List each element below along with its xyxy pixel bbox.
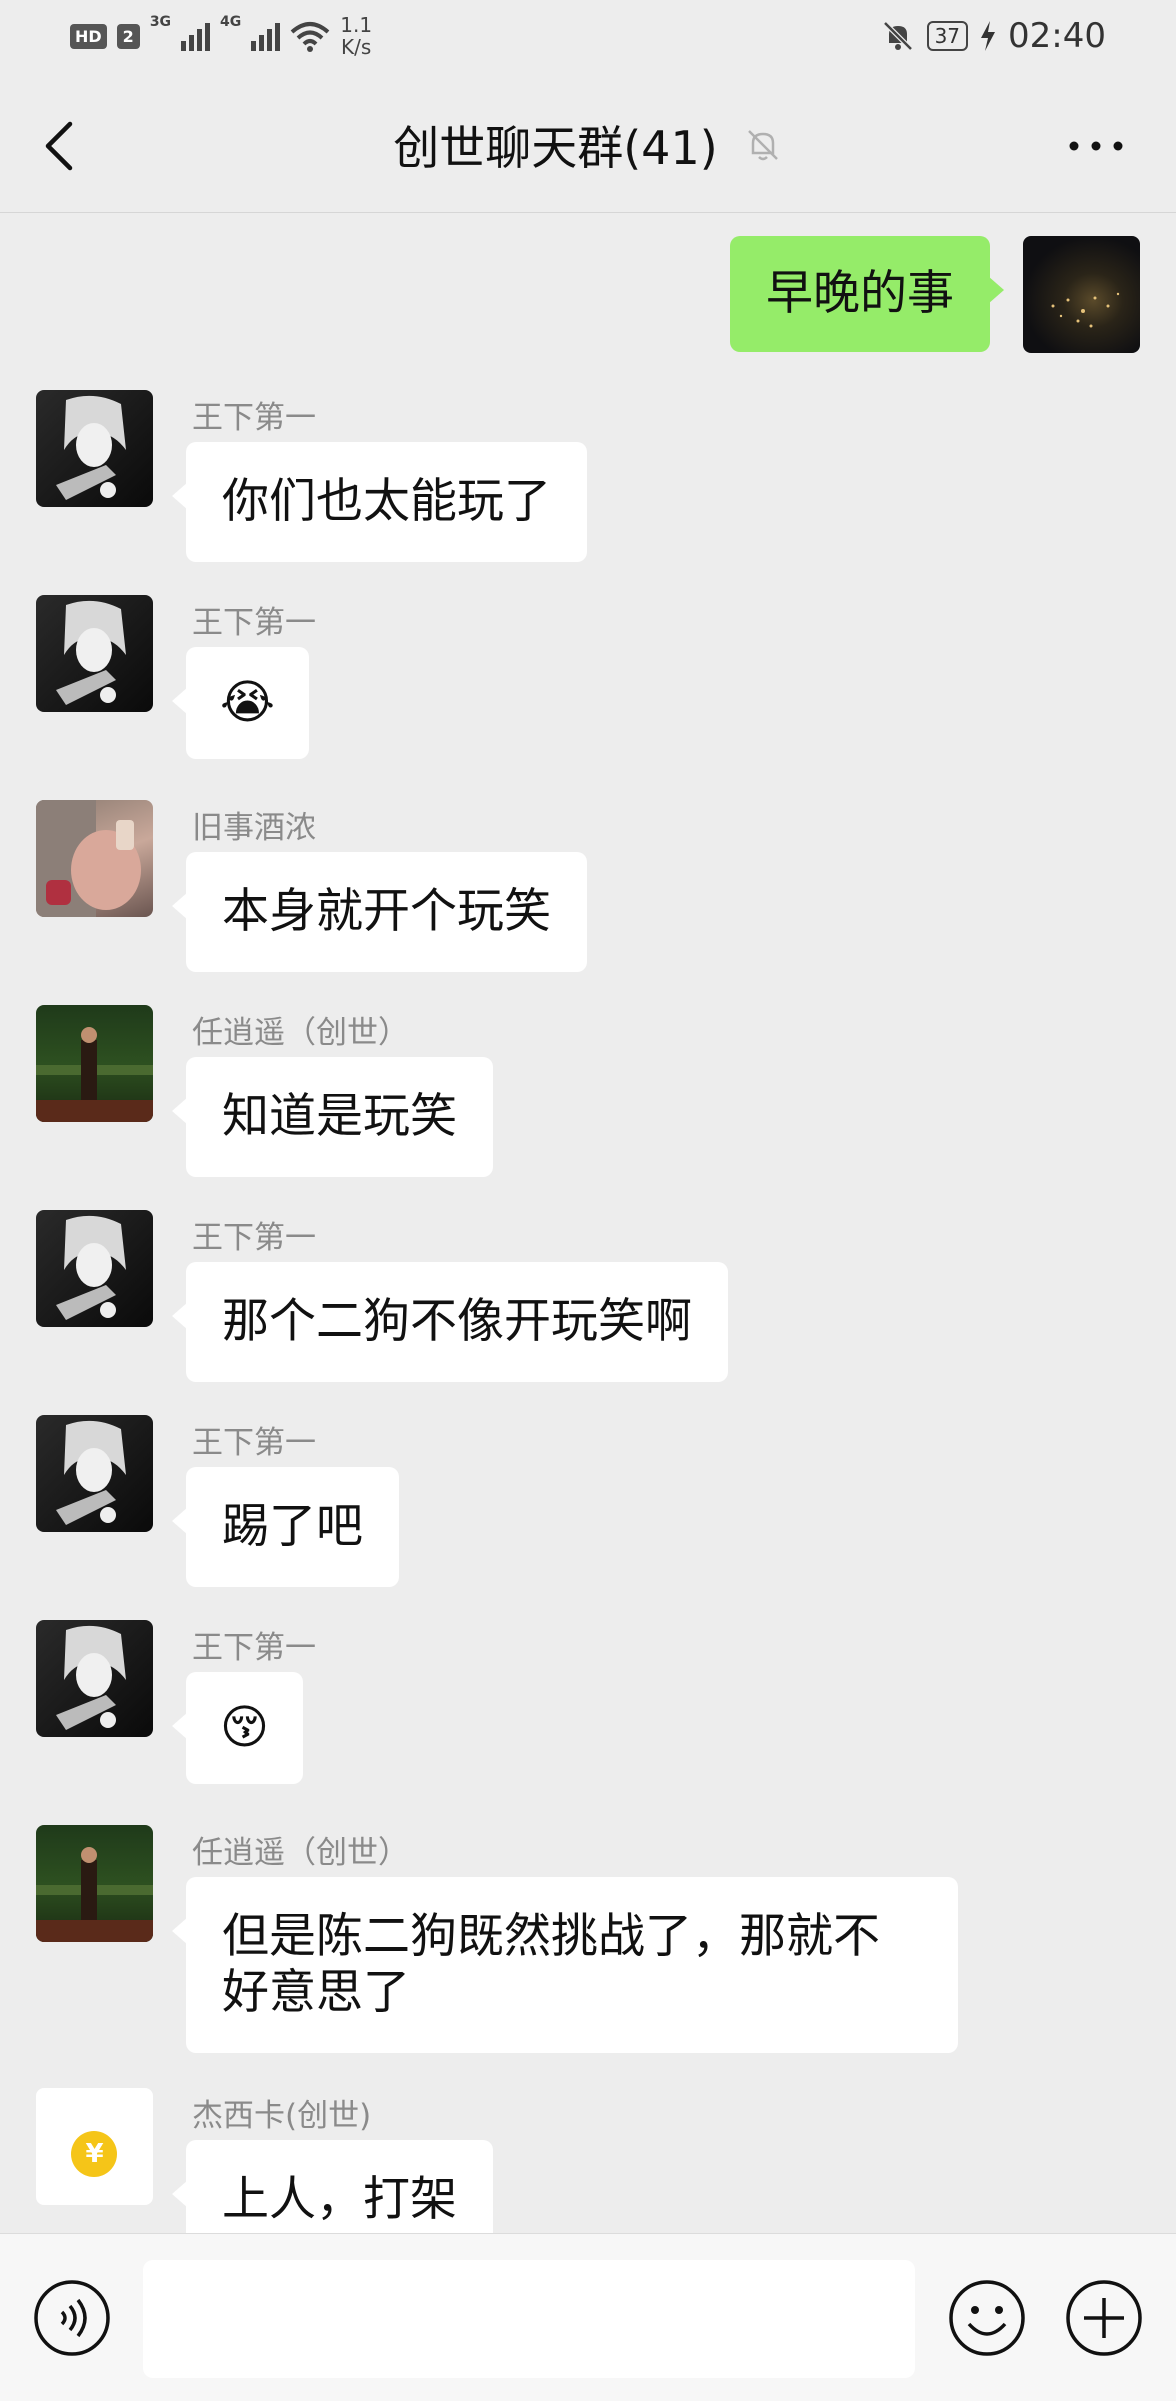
voice-icon [34,2280,110,2356]
chat-message: 王下第一 踢了吧 [36,1415,1136,1595]
chat-message: ¥ 杰西卡(创世) 上人，打架 [36,2088,1136,2233]
more-button[interactable] [1066,126,1126,166]
message-bubble[interactable]: 😭 [172,647,309,759]
avatar[interactable]: ¥ [36,2088,153,2205]
avatar[interactable] [36,800,153,917]
status-right: 37 02:40 [881,16,1106,56]
anime-avatar-image [56,1625,126,1730]
chat-message: 王下第一 你们也太能玩了 [36,390,1136,570]
more-dots-icon [1069,141,1123,151]
bell-off-icon [747,130,778,161]
avatar[interactable] [36,595,153,712]
chat-message: 王下第一 😭 [36,595,1136,775]
status-left: HD 2 3G 4G 1.1 K/s [70,14,372,58]
chat-message: 任逍遥（创世） 知道是玩笑 [36,1005,1136,1185]
message-bubble[interactable]: 😚 [172,1672,303,1784]
message-bubble[interactable]: 踢了吧 [172,1467,399,1587]
message-bubble[interactable]: 本身就开个玩笑 [172,852,587,972]
page-title: 创世聊天群(41) [393,121,718,175]
sender-name: 杰西卡(创世) [192,2098,372,2134]
more-functions-button[interactable] [1064,2278,1144,2358]
hd-badge: HD [70,23,107,49]
sender-name: 王下第一 [192,1425,316,1461]
clock: 02:40 [1008,16,1106,56]
status-bar: HD 2 3G 4G 1.1 K/s 37 02:40 [0,0,1176,76]
signal-icon [251,21,281,51]
sender-name: 王下第一 [192,605,316,641]
chat-message: 王下第一 😚 [36,1620,1136,1800]
anime-avatar-image [56,395,126,500]
message-bubble[interactable]: 你们也太能玩了 [172,442,587,562]
message-input[interactable] [143,2260,915,2378]
input-bar [0,2233,1176,2401]
title-wrap: 创世聊天群(41) [0,112,1176,178]
network-3g-label: 3G [149,14,172,30]
chat-header: 创世聊天群(41) [0,76,1176,213]
avatar[interactable] [36,1825,153,1942]
emoji-button[interactable] [947,2278,1027,2358]
message-bubble[interactable]: 知道是玩笑 [172,1057,493,1177]
avatar[interactable] [36,390,153,507]
sender-name: 王下第一 [192,1630,316,1666]
smiley-icon [949,2280,1025,2356]
anime-avatar-image [56,1215,126,1320]
net-speed-unit: K/s [341,35,372,59]
message-bubble[interactable]: 但是陈二狗既然挑战了，那就不好意思了 [172,1877,958,2053]
voice-button[interactable] [32,2278,112,2358]
bell-off-icon [882,21,913,51]
anime-avatar-image [56,600,126,705]
sender-name: 旧事酒浓 [192,810,316,846]
night-city-image [1051,292,1120,328]
photo-avatar-image [36,1027,153,1122]
anime-avatar-image [56,1420,126,1525]
sender-name: 任逍遥（创世） [192,1835,409,1871]
chat-message: 旧事酒浓 本身就开个玩笑 [36,800,1136,980]
net-speed-value: 1.1 [340,13,373,37]
avatar[interactable] [1023,236,1140,353]
avatar[interactable] [36,1620,153,1737]
sender-name: 任逍遥（创世） [192,1015,409,1051]
photo-avatar-image [36,1847,153,1942]
message-list[interactable]: 早晚的事 王下第一 你们也太能玩了 王下第一 😭 旧事酒浓 本身就开个玩笑 任逍… [0,213,1176,2233]
net-speed: 1.1 K/s [340,14,372,58]
chat-message: 任逍遥（创世） 但是陈二狗既然挑战了，那就不好意思了 [36,1825,1136,2075]
battery-indicator: 37 [926,21,969,51]
chat-message: 王下第一 那个二狗不像开玩笑啊 [36,1210,1136,1390]
avatar[interactable] [36,1415,153,1532]
message-bubble[interactable]: 那个二狗不像开玩笑啊 [172,1262,728,1382]
avatar[interactable] [36,1005,153,1122]
coin-symbol: ¥ [85,2139,104,2169]
network-4g-label: 4G [220,14,242,30]
sender-name: 王下第一 [192,1220,316,1256]
message-bubble[interactable]: 上人，打架 [172,2140,493,2233]
charging-icon [981,21,996,51]
photo-avatar-image [36,800,141,917]
wifi-icon [290,22,330,52]
avatar[interactable] [36,1210,153,1327]
plus-circle-icon [1066,2280,1142,2356]
sender-name: 王下第一 [192,400,316,436]
message-bubble[interactable]: 早晚的事 [730,236,1004,352]
sim-badge: 2 [116,23,140,49]
signal-icon [181,21,211,51]
own-message: 早晚的事 [540,236,1140,356]
